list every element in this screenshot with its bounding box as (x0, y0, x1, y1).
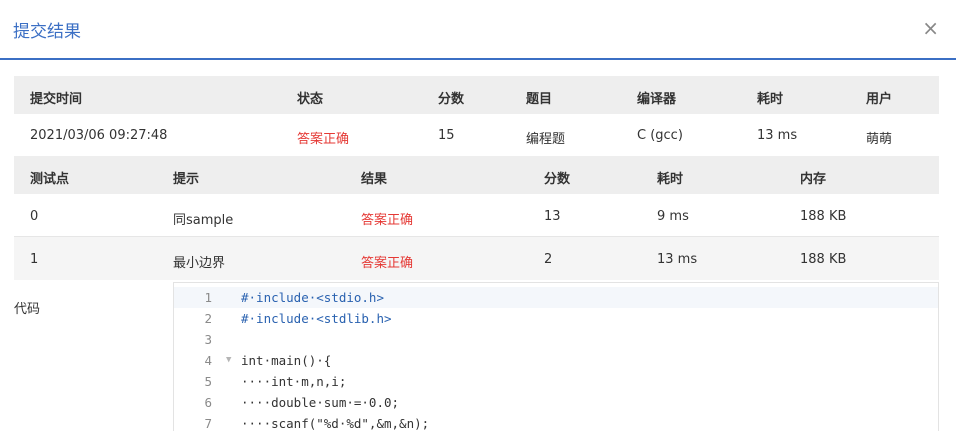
line-number: 3 (204, 332, 212, 347)
col-user: 用户 (866, 92, 893, 107)
case-id: 0 (30, 209, 39, 224)
code-text: ····int·m,n,i; (241, 374, 347, 389)
user-value: 萌萌 (866, 132, 893, 147)
col-result: 结果 (361, 172, 388, 187)
code-label: 代码 (14, 302, 41, 317)
col-case: 测试点 (30, 172, 70, 187)
summary-row: 2021/03/06 09:27:48 答案正确 15 编程题 C (gcc) … (14, 114, 939, 156)
code-line: 1 #·include·<stdio.h> (174, 287, 938, 308)
code-line: 2 #·include·<stdlib.h> (174, 308, 938, 329)
code-line: 6 ····double·sum·=·0.0; (174, 392, 938, 413)
problem-type: 编程题 (526, 132, 566, 147)
code-line: 4 ▼ int·main()·{ (174, 350, 938, 371)
col-submit-time: 提交时间 (30, 92, 83, 107)
code-text: #·include·<stdlib.h> (241, 311, 392, 326)
col-problem: 题目 (526, 92, 553, 107)
dialog-header: 提交结果 × (0, 0, 956, 60)
submit-time: 2021/03/06 09:27:48 (30, 128, 168, 143)
status-badge[interactable]: 答案正确 (297, 128, 349, 147)
col-score: 分数 (438, 92, 465, 107)
line-number: 2 (204, 311, 212, 326)
col-case-time: 耗时 (657, 172, 684, 187)
col-memory: 内存 (800, 172, 827, 187)
col-compiler: 编译器 (637, 92, 677, 107)
case-result: 答案正确 (361, 213, 414, 228)
case-result: 答案正确 (361, 256, 414, 271)
testcase-header-row: 测试点 提示 结果 分数 耗时 内存 (14, 156, 939, 194)
line-number: 6 (204, 395, 212, 410)
case-hint: 最小边界 (173, 256, 226, 271)
case-time: 13 ms (657, 252, 698, 267)
summary-header-row: 提交时间 状态 分数 题目 编译器 耗时 用户 (14, 76, 939, 114)
code-text: #·include·<stdio.h> (241, 290, 384, 305)
code-text: ····scanf("%d·%d",&m,&n); (241, 416, 430, 431)
code-text: ····double·sum·=·0.0; (241, 395, 400, 410)
case-id: 1 (30, 252, 39, 267)
col-status: 状态 (297, 92, 324, 107)
table-row: 1 最小边界 答案正确 2 13 ms 188 KB (14, 237, 939, 280)
compiler-value: C (gcc) (637, 128, 683, 143)
time-value: 13 ms (757, 128, 798, 143)
case-memory: 188 KB (800, 252, 847, 267)
case-hint: 同sample (173, 213, 234, 228)
code-line: 7 ····scanf("%d·%d",&m,&n); (174, 413, 938, 431)
close-icon[interactable]: × (922, 15, 939, 41)
code-text: int·main()·{ (241, 353, 332, 368)
case-time: 9 ms (657, 209, 689, 224)
dialog-title: 提交结果 (13, 22, 81, 42)
fold-arrow-icon[interactable]: ▼ (226, 350, 231, 371)
case-score: 13 (544, 209, 561, 224)
col-time: 耗时 (757, 92, 784, 107)
col-case-score: 分数 (544, 172, 571, 187)
score-value: 15 (438, 128, 455, 143)
code-editor[interactable]: 1 #·include·<stdio.h> 2 #·include·<stdli… (173, 282, 939, 431)
line-number: 5 (204, 374, 212, 389)
line-number: 4 (204, 353, 212, 368)
line-number: 7 (204, 416, 212, 431)
case-memory: 188 KB (800, 209, 847, 224)
case-score: 2 (544, 252, 553, 267)
col-hint: 提示 (173, 172, 200, 187)
code-line: 3 (174, 329, 938, 350)
table-row: 0 同sample 答案正确 13 9 ms 188 KB (14, 194, 939, 237)
line-number: 1 (204, 290, 212, 305)
code-line: 5 ····int·m,n,i; (174, 371, 938, 392)
